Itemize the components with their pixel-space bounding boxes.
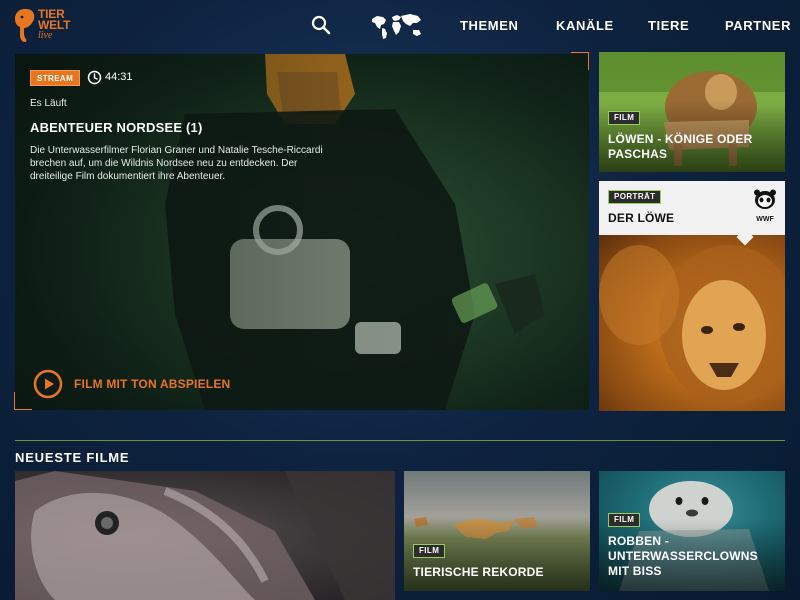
card-tag-film: FILM bbox=[608, 111, 641, 125]
top-header: TIER WELT live THEMEN KANÄLE TIERE PARTN… bbox=[0, 0, 800, 52]
play-circle-icon[interactable] bbox=[33, 369, 63, 399]
wwf-panda-logo-icon: WWF bbox=[754, 189, 776, 223]
play-with-sound-button[interactable]: FILM MIT TON ABSPIELEN bbox=[74, 377, 230, 391]
card-title: TIERISCHE REKORDE bbox=[413, 565, 544, 579]
section-title-neueste-filme: NEUESTE FILME bbox=[15, 450, 130, 465]
search-icon[interactable] bbox=[310, 14, 332, 36]
hero-stream-card[interactable] bbox=[15, 54, 589, 410]
nav-partner[interactable]: PARTNER bbox=[725, 18, 791, 33]
card-tag-film: FILM bbox=[413, 544, 446, 558]
section-separator bbox=[15, 440, 785, 441]
hero-frame-corner bbox=[571, 52, 589, 70]
stream-badge: STREAM bbox=[30, 70, 81, 86]
tierwelt-live-logo[interactable]: TIER WELT live bbox=[14, 8, 84, 46]
film-card-robben[interactable]: FILM ROBBEN - UNTERWASSERCLOWNS MIT BISS bbox=[599, 471, 785, 591]
hero-overlay bbox=[15, 54, 589, 410]
card-tag-film: FILM bbox=[608, 513, 641, 527]
card-title: LÖWEN - KÖNIGE ODER PASCHAS bbox=[608, 132, 753, 161]
cuttlefish-image bbox=[15, 471, 395, 600]
wwf-logo-text: WWF bbox=[756, 216, 774, 223]
hero-frame-corner bbox=[14, 392, 32, 410]
lion-face-art bbox=[599, 245, 785, 405]
hero-title[interactable]: ABENTEUER NORDSEE (1) bbox=[30, 120, 203, 135]
elephant-logo-icon bbox=[15, 9, 35, 42]
nav-tiere[interactable]: TIERE bbox=[648, 18, 689, 33]
clock-icon bbox=[87, 70, 102, 85]
film-card-loewen[interactable]: FILM LÖWEN - KÖNIGE ODER PASCHAS bbox=[599, 52, 785, 172]
card-title: DER LÖWE bbox=[608, 211, 675, 225]
world-map-icon[interactable] bbox=[368, 11, 424, 41]
lion-portrait-image bbox=[599, 235, 785, 411]
nav-themen[interactable]: THEMEN bbox=[460, 18, 519, 33]
portrait-card-der-loewe[interactable]: PORTRÄT DER LÖWE WWF bbox=[599, 181, 785, 411]
nav-kanaele[interactable]: KANÄLE bbox=[556, 18, 614, 33]
card-tag-portraet: PORTRÄT bbox=[608, 190, 662, 204]
film-card-featured[interactable] bbox=[15, 471, 395, 600]
card-title: ROBBEN - UNTERWASSERCLOWNS MIT BISS bbox=[608, 534, 758, 578]
hero-duration: 44:31 bbox=[105, 71, 133, 83]
logo-text-live: live bbox=[38, 30, 53, 41]
hero-status: Es Läuft bbox=[30, 98, 67, 109]
hero-description: Die Unterwasserfilmer Florian Graner und… bbox=[30, 145, 323, 182]
film-card-tierische-rekorde[interactable]: FILM TIERISCHE REKORDE bbox=[404, 471, 590, 591]
